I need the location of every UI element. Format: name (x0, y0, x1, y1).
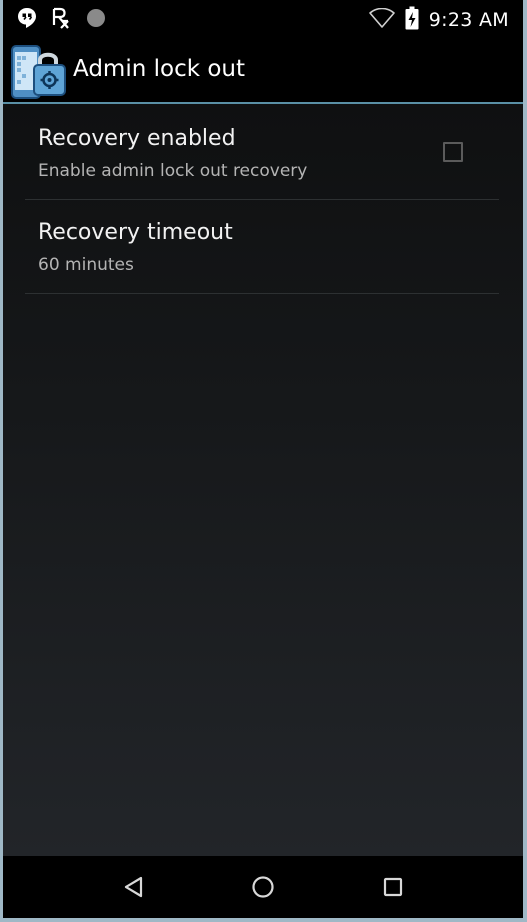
admin-lock-app-icon[interactable] (9, 44, 67, 102)
recovery-enabled-checkbox[interactable] (443, 142, 463, 162)
pref-recovery-timeout[interactable]: Recovery timeout 60 minutes (25, 200, 499, 294)
pref-summary: Enable admin lock out recovery (38, 161, 308, 181)
rx-icon (51, 6, 71, 34)
system-icons: 9:23 AM (368, 6, 509, 34)
status-bar: 9:23 AM (3, 0, 523, 40)
navigation-bar (3, 856, 523, 918)
clock: 9:23 AM (428, 9, 509, 31)
action-bar: Admin lock out (3, 40, 523, 102)
home-icon[interactable] (249, 873, 277, 901)
pref-summary: 60 minutes (38, 255, 134, 275)
notification-icons (17, 6, 107, 34)
pref-title: Recovery timeout (38, 220, 233, 245)
hangouts-icon (17, 7, 37, 33)
circle-icon (85, 7, 107, 33)
recents-icon[interactable] (379, 873, 407, 901)
pref-title: Recovery enabled (38, 126, 236, 151)
preferences-list: Recovery enabled Enable admin lock out r… (3, 104, 523, 856)
battery-charging-icon (405, 6, 419, 34)
back-icon[interactable] (121, 873, 149, 901)
screen: 9:23 AM Admin lock out Recovery enabled … (3, 0, 523, 918)
wifi-icon (368, 7, 395, 32)
page-title: Admin lock out (73, 56, 246, 82)
pref-recovery-enabled[interactable]: Recovery enabled Enable admin lock out r… (25, 106, 499, 200)
